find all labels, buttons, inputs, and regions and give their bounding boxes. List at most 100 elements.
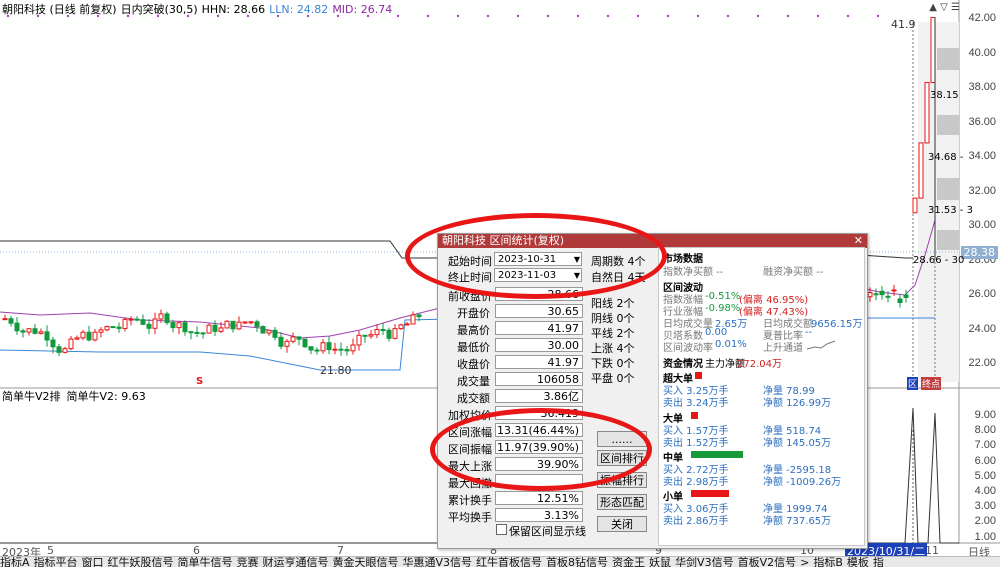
pattern-match-button[interactable]: 形态匹配 [597, 494, 647, 510]
channel-label: 上升通道 [763, 343, 803, 354]
indicator-tab[interactable]: 指标A [0, 557, 30, 567]
candle-body [416, 314, 422, 318]
signal-dot [756, 14, 760, 18]
sub-axis-label: 5.00 [974, 469, 996, 482]
signal-dot [576, 14, 580, 18]
range-rank-button[interactable]: 区间排行 [597, 450, 647, 466]
candle-body [891, 289, 897, 292]
candle-body [8, 318, 14, 324]
candle-body [272, 329, 278, 338]
signal-dot [636, 14, 640, 18]
candle-body [314, 349, 320, 352]
max-up-label: 最大上涨 [448, 460, 492, 473]
candle-body [38, 331, 44, 334]
candle-body [74, 337, 80, 340]
candle-body [302, 338, 308, 348]
chart-header: 朝阳科技 (日线 前复权) 日内突破(30,5) HHN: 28.66 LLN:… [0, 0, 392, 18]
indicator-tab[interactable]: > [800, 557, 809, 567]
sell-signal-icon: S [196, 376, 204, 387]
start-time-select[interactable]: 2023-10-31 ▼ [494, 252, 582, 266]
indicator-tab[interactable]: 首板V2信号 [738, 557, 797, 567]
wave-rate-value: 0.01% [715, 339, 747, 350]
small-order-bar [691, 490, 729, 497]
dialog-title-bar[interactable]: 朝阳科技 区间统计(复权) ✕ [438, 234, 867, 248]
keep-line-checkbox[interactable] [496, 524, 507, 535]
fund-title: 资金情况 [663, 359, 703, 370]
candle-body [410, 314, 416, 325]
candle-body [62, 348, 68, 353]
max-up-value: 39.90% [495, 457, 583, 471]
candle-body [194, 331, 200, 334]
sub-axis-label: 6.00 [974, 454, 996, 467]
sharpe-value: -- [805, 327, 813, 338]
price-axis-label: 40.00 [968, 46, 996, 59]
sub-axis-label: 3.00 [974, 500, 996, 513]
end-time-label: 终止时间 [448, 271, 492, 284]
indicator-tab[interactable]: 竞赛 [237, 557, 259, 567]
close-icon[interactable]: ✕ [854, 234, 863, 248]
price-axis-label: 22.00 [968, 357, 996, 369]
candle-body [182, 322, 188, 333]
indicator-tab[interactable]: 指 [873, 557, 884, 567]
candle-body [224, 320, 230, 329]
end-time-select[interactable]: 2023-11-03 ▼ [494, 268, 582, 282]
price-label-38: 38.15 [930, 90, 959, 101]
candle-body [110, 326, 116, 329]
indicator-tab[interactable]: 华剑V3信号 [675, 557, 734, 567]
candle-body [134, 318, 140, 321]
signal-dot [876, 14, 880, 18]
indicator-tab[interactable]: 财运亨通信号 [263, 557, 329, 567]
candle-body [20, 330, 26, 333]
price-label-28: 28.66 - 30 [913, 255, 965, 266]
candle-body [14, 322, 20, 332]
signal-dot [396, 14, 400, 18]
indicator-tab[interactable]: 妖鼠 [649, 557, 671, 567]
indicator-tab[interactable]: 黄金天眼信号 [333, 557, 399, 567]
volume-value: 106058 [495, 372, 583, 386]
wavg-label: 加权均价 [448, 409, 492, 422]
price-band [937, 230, 959, 250]
indicator-tab[interactable]: 窗口 [82, 557, 104, 567]
price-label-34: 34.68 - [928, 152, 964, 163]
signal-dot [546, 14, 550, 18]
period-count: 周期数 4个 [591, 255, 646, 268]
price-band [937, 115, 959, 135]
count-even: 平盘 0个 [591, 372, 635, 385]
sub-axis-label: 4.00 [974, 485, 996, 497]
indicator-tab[interactable]: 指标B [813, 557, 843, 567]
candle-body [230, 320, 236, 330]
indicator-name[interactable]: 日内突破(30,5) [121, 1, 198, 17]
super-sell: 卖出 3.24万手 [663, 398, 729, 409]
amplitude-rank-button[interactable]: 振幅排行 [597, 472, 647, 488]
price-axis-label: 26.00 [968, 288, 996, 300]
candle-body [308, 346, 314, 351]
indicator-tab-bar: 指标A 指标平台 窗口 红牛妖股信号 简单牛信号 竞赛 财运亨通信号 黄金天眼信号 华惠通V3信… [0, 556, 1000, 567]
indicator-tab[interactable]: 红牛妖股信号 [108, 557, 174, 567]
indicator-tab[interactable]: 简单牛信号 [178, 557, 233, 567]
candle-body [218, 327, 224, 332]
close-button[interactable]: 关闭 [597, 516, 647, 532]
candle-body [56, 346, 62, 353]
candle-body [885, 295, 891, 298]
breakout-candle [918, 142, 924, 199]
candle-body [146, 323, 152, 329]
range-change-label: 区间涨幅 [448, 426, 492, 439]
window-controls-icon[interactable]: ▲ ▽ ☰ [929, 2, 960, 13]
indicator-tab[interactable]: 模板 [847, 557, 869, 567]
indicator-tab[interactable]: 指标平台 [34, 557, 78, 567]
start-time-label: 起始时间 [448, 255, 492, 268]
indicator-tab[interactable]: 红牛首板信号 [476, 557, 542, 567]
indicator-tab[interactable]: 资金王 [612, 557, 645, 567]
indicator-tab[interactable]: 华惠通V3信号 [403, 557, 473, 567]
beta-value: 0.00 [705, 327, 728, 338]
count-yang: 阳线 2个 [591, 297, 635, 310]
sub-indicator-name[interactable]: 简单牛V2排 [2, 388, 61, 404]
signal-dot [516, 14, 520, 18]
candle-body [386, 329, 392, 339]
high-price-marker: 41.9 [891, 18, 916, 31]
candle-body [260, 326, 266, 334]
candle-body [140, 319, 146, 325]
indicator-tab[interactable]: 首板8钻信号 [546, 557, 608, 567]
more-button[interactable]: ...... [597, 431, 647, 447]
candle-body [284, 340, 290, 347]
